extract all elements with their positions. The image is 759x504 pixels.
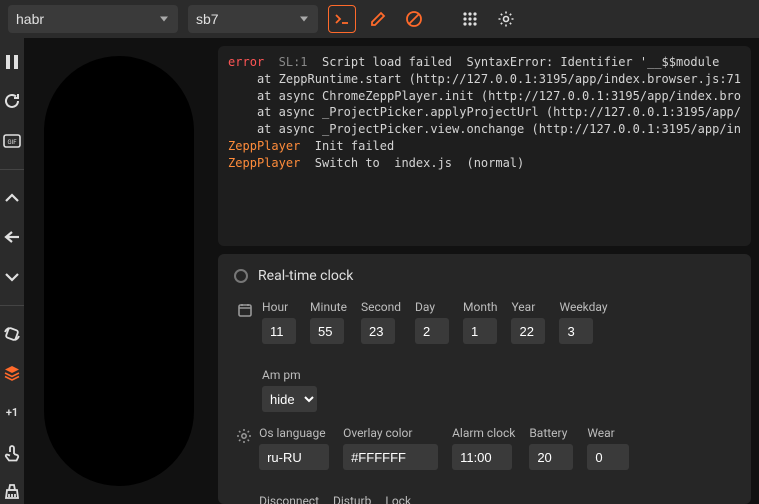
second-input[interactable] [361, 318, 395, 344]
overlay-label: Overlay color [343, 426, 438, 440]
overlay-input[interactable] [343, 444, 438, 470]
minute-label: Minute [310, 300, 347, 314]
hour-label: Hour [262, 300, 296, 314]
ampm-select[interactable]: hide [262, 386, 317, 412]
arrow-left-icon[interactable] [0, 226, 24, 250]
console-output: error SL:1 Script load failed SyntaxErro… [218, 46, 751, 246]
weekday-input[interactable] [559, 318, 593, 344]
alarm-label: Alarm clock [452, 426, 515, 440]
layers-icon[interactable] [0, 361, 24, 385]
lock-label: Lock [385, 494, 411, 504]
month-input[interactable] [463, 318, 497, 344]
edit-icon[interactable] [364, 5, 392, 33]
calendar-icon [234, 302, 256, 318]
year-label: Year [511, 300, 545, 314]
refresh-icon[interactable] [0, 90, 24, 114]
battery-label: Battery [529, 426, 573, 440]
explore-off-icon[interactable] [400, 5, 428, 33]
alarm-input[interactable] [452, 444, 512, 470]
day-label: Day [415, 300, 449, 314]
oslang-label: Os language [259, 426, 329, 440]
device-preview [44, 56, 194, 486]
chevron-up-icon[interactable] [0, 186, 24, 210]
console-icon[interactable] [328, 5, 356, 33]
hour-input[interactable] [262, 318, 296, 344]
radio-unchecked-icon[interactable] [234, 269, 248, 283]
month-label: Month [463, 300, 497, 314]
settings-gear-icon[interactable] [492, 5, 520, 33]
wear-input[interactable] [587, 444, 629, 470]
rotate-icon[interactable] [0, 322, 24, 346]
pause-icon[interactable] [0, 50, 24, 74]
ampm-label: Am pm [262, 368, 317, 382]
day-input[interactable] [415, 318, 449, 344]
touch-icon[interactable] [0, 441, 24, 465]
disconnect-label: Disconnect [259, 494, 319, 504]
second-label: Second [361, 300, 401, 314]
wear-label: Wear [587, 426, 629, 440]
chevron-down-icon[interactable] [0, 265, 24, 289]
section-title: Real-time clock [258, 268, 353, 284]
separator [0, 169, 24, 170]
battery-input[interactable] [529, 444, 573, 470]
weekday-label: Weekday [559, 300, 607, 314]
project-select[interactable]: habr [8, 5, 178, 33]
gif-icon[interactable]: GIF [0, 129, 24, 153]
svg-text:GIF: GIF [7, 139, 17, 146]
config-panel: Real-time clock Hour Minute [218, 254, 751, 504]
oslang-input[interactable] [259, 444, 329, 470]
apps-grid-icon[interactable] [456, 5, 484, 33]
plus-one-button[interactable]: +1 [0, 401, 24, 425]
year-input[interactable] [511, 318, 545, 344]
wipe-icon[interactable] [0, 480, 24, 504]
disturb-label: Disturb [333, 494, 371, 504]
screen-select[interactable]: sb7 [188, 5, 318, 33]
minute-input[interactable] [310, 318, 344, 344]
separator [0, 305, 24, 306]
gear-icon [234, 428, 253, 444]
